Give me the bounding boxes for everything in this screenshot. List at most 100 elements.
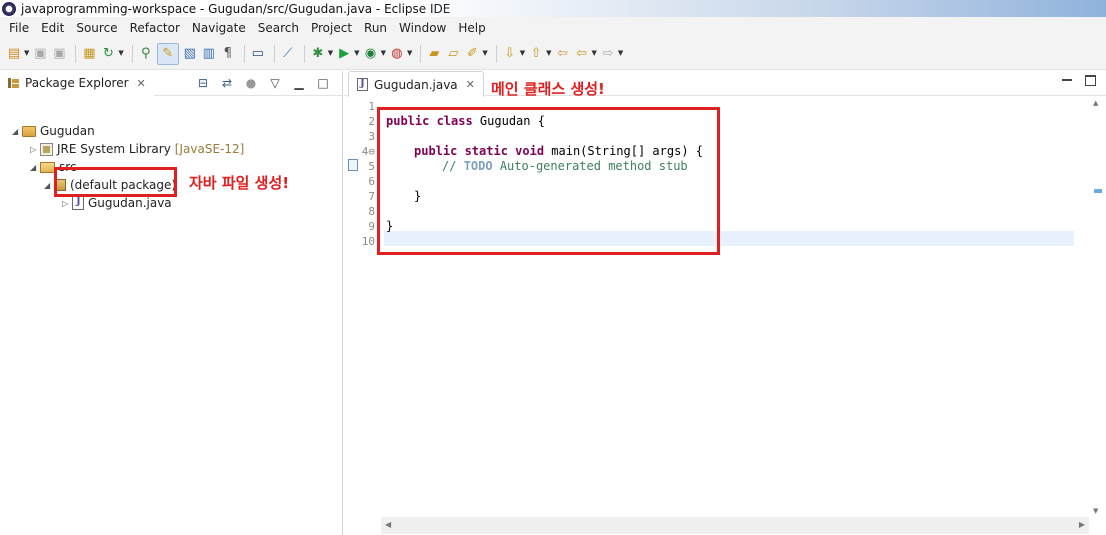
view-menu-icon[interactable]: ▽ — [268, 76, 282, 90]
package-explorer-icon — [8, 77, 19, 89]
toggle-mark-occurrences-icon: ✎ — [162, 45, 174, 61]
open-folder-button[interactable]: ▱ — [445, 43, 461, 65]
project-tree: ◢ Gugudan ▷ JRE System Library [JavaSE-1… — [0, 96, 342, 210]
editor-tab-label: Gugudan.java — [374, 77, 458, 92]
new-button[interactable]: ▤ ▼ — [6, 43, 30, 65]
scroll-left-icon[interactable]: ◀ — [385, 520, 391, 529]
expand-arrow-icon[interactable]: ◢ — [44, 181, 54, 190]
line-number: 10 — [361, 235, 375, 248]
minimize-icon[interactable] — [1062, 75, 1073, 86]
tree-item-project[interactable]: ◢ Gugudan — [12, 122, 95, 140]
terminal-button[interactable]: ▭ — [250, 43, 266, 65]
java-file-icon — [72, 196, 84, 210]
annotation-box-java-file — [54, 167, 177, 197]
run-button[interactable]: ▶ ▼ — [336, 43, 359, 65]
forward-button[interactable]: ⇨ ▼ — [600, 43, 623, 65]
package-explorer-tools: ⊟ ⇄ ● ▽ ▁ □ — [196, 76, 330, 90]
menu-window[interactable]: Window — [393, 21, 452, 35]
main-toolbar: ▤ ▼ ▣ ▣ ▦ ↻ ▼ ⚲ ✎ ▧ ▥ ¶ ▭ ⟋ ✱ ▼ ▶ ▼ ◉ ▼ ◍ ▼ ▰ … — [0, 38, 1106, 70]
java-file-icon — [357, 78, 368, 91]
toggle-block-selection-button[interactable]: ▥ — [201, 43, 217, 65]
line-number: 9 — [368, 220, 375, 233]
project-icon — [22, 125, 36, 137]
menu-help[interactable]: Help — [452, 21, 491, 35]
prev-edit-button[interactable]: ⇧ ▼ — [528, 43, 552, 65]
link-with-editor-icon[interactable]: ⇄ — [220, 76, 234, 90]
toggle-mark-occurrences-button[interactable]: ✎ — [156, 42, 179, 65]
next-edit-icon: ⇩ — [504, 45, 516, 61]
line-number: 6 — [368, 175, 375, 188]
refresh-button[interactable]: ↻ ▼ — [100, 43, 124, 65]
save-all-icon: ▣ — [53, 45, 66, 61]
menu-edit[interactable]: Edit — [35, 21, 70, 35]
tab-package-explorer[interactable]: Package Explorer ✕ — [0, 70, 154, 96]
skip-breakpoints-button[interactable]: ⟋ — [280, 43, 296, 65]
menu-navigate[interactable]: Navigate — [186, 21, 252, 35]
vertical-scrollbar[interactable]: ▲ ▼ — [1089, 97, 1106, 517]
menu-refactor[interactable]: Refactor — [124, 21, 186, 35]
new-java-project-button[interactable]: ▦ — [81, 43, 97, 65]
search-button[interactable]: ✐ ▼ — [464, 43, 488, 65]
menu-run[interactable]: Run — [358, 21, 393, 35]
menu-project[interactable]: Project — [305, 21, 358, 35]
expand-arrow-icon[interactable]: ◢ — [12, 127, 22, 136]
horizontal-scrollbar[interactable]: ◀ ▶ — [381, 517, 1089, 534]
run-icon: ▶ — [339, 45, 350, 61]
line-number: 4⊖ — [361, 145, 375, 158]
save-icon: ▣ — [34, 45, 47, 61]
save-all-button[interactable]: ▣ — [51, 43, 67, 65]
minimize-icon[interactable]: ▁ — [292, 76, 306, 90]
external-tools-button[interactable]: ◍ ▼ — [389, 43, 412, 65]
tree-item-jre-library[interactable]: ▷ JRE System Library [JavaSE-12] — [30, 140, 244, 158]
window-title: javaprogramming-workspace - Gugudan/src/… — [21, 1, 451, 16]
line-number: 2 — [368, 115, 375, 128]
annotation-java-file: 자바 파일 생성! — [189, 174, 290, 192]
task-marker-icon[interactable] — [348, 159, 358, 171]
tab-gugudan-java[interactable]: Gugudan.java ✕ — [348, 71, 484, 97]
expand-arrow-icon[interactable]: ◢ — [30, 163, 40, 172]
editor-area: Gugudan.java ✕ 메인 클래스 생성! 1 2 3 4⊖ 5 6 7… — [344, 71, 1106, 535]
focus-on-active-task-icon[interactable]: ● — [244, 76, 258, 90]
collapse-all-icon[interactable]: ⊟ — [196, 76, 210, 90]
back-button[interactable]: ⇦ ▼ — [574, 43, 597, 65]
new-java-project-icon: ▦ — [83, 45, 96, 61]
scroll-down-icon[interactable]: ▼ — [1093, 507, 1098, 515]
external-tools-icon: ◍ — [391, 45, 403, 61]
new-package-icon: ▰ — [429, 45, 440, 61]
show-whitespace-button[interactable]: ¶ — [220, 43, 236, 65]
annotation-main-class: 메인 클래스 생성! — [491, 80, 605, 98]
tree-item-suffix: [JavaSE-12] — [174, 142, 245, 156]
coverage-button[interactable]: ◉ ▼ — [363, 43, 386, 65]
menu-source[interactable]: Source — [70, 21, 123, 35]
next-annotation-button[interactable]: ▧ — [182, 43, 198, 65]
open-type-button[interactable]: ⚲ — [138, 43, 154, 65]
line-number: 1 — [368, 100, 375, 113]
save-button[interactable]: ▣ — [32, 43, 48, 65]
terminal-icon: ▭ — [251, 45, 264, 61]
refresh-icon: ↻ — [102, 45, 114, 61]
collapse-arrow-icon[interactable]: ▷ — [62, 199, 72, 208]
scroll-right-icon[interactable]: ▶ — [1079, 520, 1085, 529]
title-bar: javaprogramming-workspace - Gugudan/src/… — [0, 0, 1106, 17]
debug-button[interactable]: ✱ ▼ — [310, 43, 333, 65]
open-type-icon: ⚲ — [141, 45, 151, 61]
overview-ruler-marker[interactable] — [1094, 189, 1102, 193]
collapse-arrow-icon[interactable]: ▷ — [30, 145, 40, 154]
line-number: 5 — [368, 160, 375, 173]
source-folder-icon — [40, 161, 55, 173]
scroll-up-icon[interactable]: ▲ — [1093, 99, 1098, 107]
menu-search[interactable]: Search — [252, 21, 305, 35]
package-explorer-tab-label: Package Explorer — [25, 76, 129, 90]
annotation-box-main-class — [377, 107, 720, 255]
prev-edit-icon: ⇧ — [530, 45, 542, 61]
menu-file[interactable]: File — [3, 21, 35, 35]
close-icon[interactable]: ✕ — [466, 78, 475, 91]
maximize-icon[interactable] — [1085, 75, 1096, 86]
close-icon[interactable]: ✕ — [137, 77, 146, 90]
last-edit-button[interactable]: ⇦ — [555, 43, 571, 65]
new-package-button[interactable]: ▰ — [426, 43, 442, 65]
next-edit-button[interactable]: ⇩ ▼ — [502, 43, 525, 65]
skip-breakpoints-icon: ⟋ — [283, 45, 293, 61]
maximize-icon[interactable]: □ — [316, 76, 330, 90]
editor-tabbar: Gugudan.java ✕ — [344, 71, 1106, 97]
